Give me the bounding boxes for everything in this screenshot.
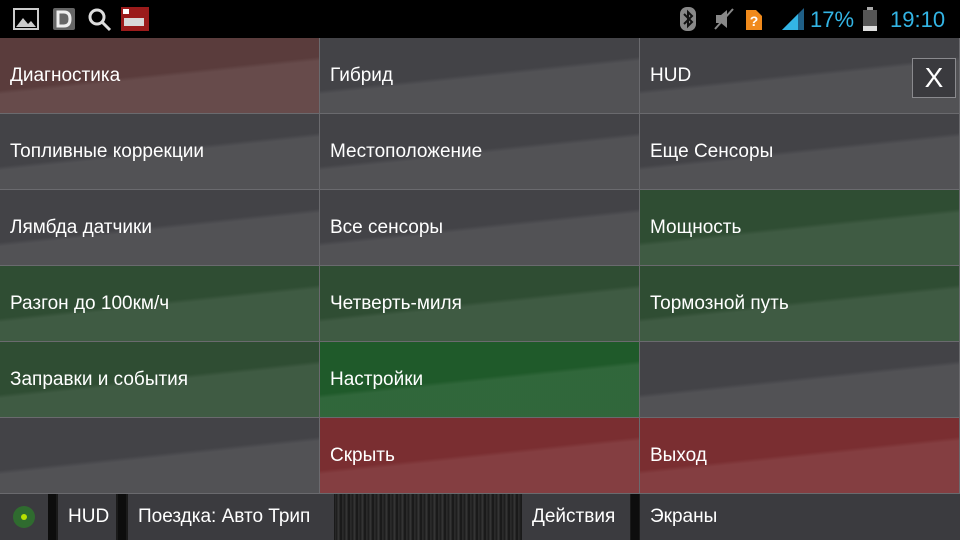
status-indicator[interactable] <box>0 494 48 540</box>
actions-button[interactable]: Действия <box>522 494 630 540</box>
menu-item-refuels-events[interactable]: Заправки и события <box>0 342 320 418</box>
divider <box>48 494 56 540</box>
status-dot-icon <box>13 506 35 528</box>
image-icon <box>13 8 39 30</box>
game-thumbnail-icon <box>121 7 149 31</box>
menu-item-more-sensors[interactable]: Еще Сенсоры <box>640 114 960 190</box>
menu-item-fuel-trims[interactable]: Топливные коррекции <box>0 114 320 190</box>
divider <box>631 494 639 540</box>
divider <box>118 494 126 540</box>
menu-item-empty <box>0 418 320 494</box>
menu-item-hide[interactable]: Скрыть <box>320 418 640 494</box>
trip-button[interactable]: Поездка: Авто Трип <box>128 494 334 540</box>
menu-item-location[interactable]: Местоположение <box>320 114 640 190</box>
bluetooth-icon <box>680 7 696 31</box>
menu-item-acceleration[interactable]: Разгон до 100км/ч <box>0 266 320 342</box>
menu-item-empty <box>640 342 960 418</box>
sim-unknown-icon: ? <box>746 10 762 30</box>
menu-item-lambda-sensors[interactable]: Лямбда датчики <box>0 190 320 266</box>
graph-area <box>335 494 521 540</box>
menu-item-all-sensors[interactable]: Все сенсоры <box>320 190 640 266</box>
menu-item-exit[interactable]: Выход <box>640 418 960 494</box>
menu-item-power[interactable]: Мощность <box>640 190 960 266</box>
menu-item-settings[interactable]: Настройки <box>320 342 640 418</box>
bottom-bar: HUD Поездка: Авто Трип Действия Экраны <box>0 494 960 540</box>
close-button[interactable]: X <box>912 58 956 98</box>
battery-icon <box>863 7 877 31</box>
hud-button[interactable]: HUD <box>58 494 116 540</box>
menu-item-quarter-mile[interactable]: Четверть-миля <box>320 266 640 342</box>
clock: 19:10 <box>890 7 946 32</box>
mute-icon <box>714 8 734 30</box>
d-app-icon <box>53 8 75 30</box>
menu-item-hybrid[interactable]: Гибрид <box>320 38 640 114</box>
menu-grid: Диагностика Гибрид HUD Топливные коррекц… <box>0 38 960 494</box>
screens-button[interactable]: Экраны <box>640 494 960 540</box>
svg-text:?: ? <box>750 13 759 29</box>
status-bar: ? 17% 19:10 <box>0 0 960 38</box>
menu-item-braking-distance[interactable]: Тормозной путь <box>640 266 960 342</box>
battery-percent: 17% <box>810 7 855 32</box>
menu-item-diagnostics[interactable]: Диагностика <box>0 38 320 114</box>
search-icon <box>88 8 112 32</box>
signal-icon <box>782 8 804 30</box>
